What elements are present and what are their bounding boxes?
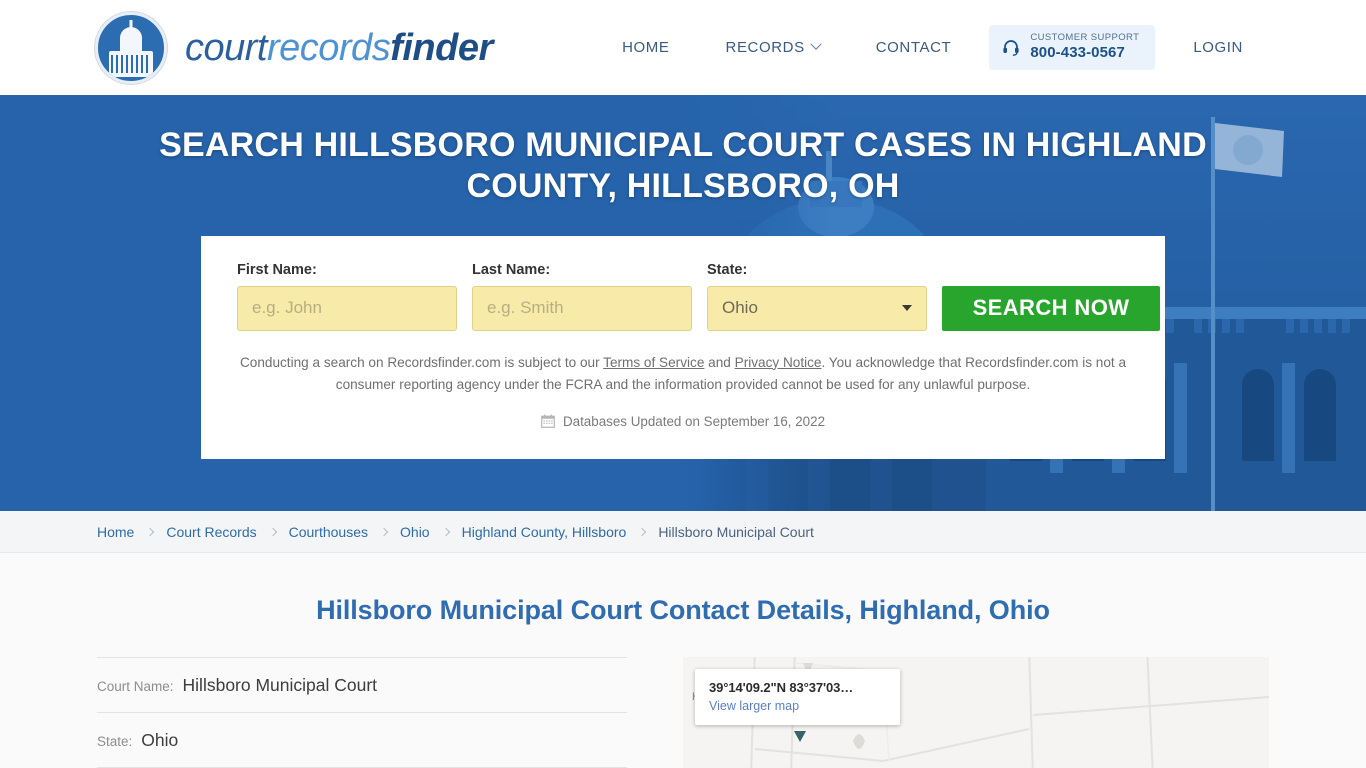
state-select[interactable]: Ohio [707,285,927,331]
breadcrumb-separator-icon [638,527,647,536]
breadcrumb-item-highland-county[interactable]: Highland County, Hillsboro [462,524,627,540]
disclaimer-text-2: and [704,354,735,370]
detail-label: Court Name: [97,679,174,694]
nav-item-login[interactable]: LOGIN [1165,39,1271,56]
support-phone: 800-433-0567 [1030,44,1125,62]
breadcrumb-item-current: Hillsboro Municipal Court [658,523,814,540]
brand-logo[interactable]: courtrecordsfinder [95,11,493,84]
chevron-down-icon [810,38,822,51]
breadcrumb-bar: Home Court Records Courthouses Ohio High… [0,511,1366,553]
breadcrumb-separator-icon [268,527,277,536]
nav-item-records[interactable]: RECORDS [698,39,848,56]
search-form-card: First Name: Last Name: State: Ohio SEARC… [201,235,1165,459]
page-title: Hillsboro Municipal Court Contact Detail… [316,595,1050,625]
first-name-field-group: First Name: [237,262,457,331]
customer-support-badge[interactable]: CUSTOMER SUPPORT 800-433-0567 [989,25,1156,70]
view-larger-map-link[interactable]: View larger map [709,699,886,713]
capitol-dome-icon [95,11,167,84]
breadcrumb-item-courthouses[interactable]: Courthouses [289,524,368,540]
support-label: CUSTOMER SUPPORT [1030,32,1140,44]
map-marker-icon [794,731,806,742]
privacy-notice-link[interactable]: Privacy Notice [735,355,822,370]
headset-icon [1003,40,1019,57]
first-name-label: First Name: [237,261,317,278]
detail-value: Ohio [141,730,179,750]
databases-updated-text: Databases Updated on September 16, 2022 [562,413,826,429]
state-field-group: State: Ohio [707,262,927,331]
detail-label: State: [97,734,133,749]
court-details-list: Court Name: Hillsboro Municipal Court St… [97,657,627,768]
brand-part-finder: finder [390,26,493,69]
breadcrumb-item-home[interactable]: Home [97,524,134,540]
detail-row-state: State: Ohio [97,713,627,768]
calendar-icon [541,414,555,429]
disclaimer-text-1: Conducting a search on Recordsfinder.com… [239,354,604,370]
page-hero-title: SEARCH HILLSBORO MUNICIPAL COURT CASES I… [159,126,1207,205]
hero-section: SEARCH HILLSBORO MUNICIPAL COURT CASES I… [0,95,1366,511]
last-name-field-group: Last Name: [472,262,692,331]
chevron-down-icon [902,305,912,312]
breadcrumb-separator-icon [146,527,155,536]
search-form-row: First Name: Last Name: State: Ohio SEARC… [237,262,1160,331]
location-map[interactable]: H 39°14'09.2"N 83°37'03… View larger map [683,657,1269,768]
breadcrumb-separator-icon [379,527,389,536]
map-info-card: 39°14'09.2"N 83°37'03… View larger map [695,669,900,725]
search-disclaimer: Conducting a search on Recordsfinder.com… [238,352,1128,396]
nav-item-contact[interactable]: CONTACT [848,39,980,56]
last-name-input[interactable] [472,285,692,331]
last-name-label: Last Name: [472,261,551,278]
state-label: State: [707,261,748,278]
site-header: courtrecordsfinder HOME RECORDS CONTACT … [0,0,1366,95]
brand-wordmark: courtrecordsfinder [185,29,493,67]
nav-item-contact-label: CONTACT [875,38,952,56]
databases-updated: Databases Updated on September 16, 2022 [237,414,1129,429]
search-now-button[interactable]: SEARCH NOW [942,285,1160,331]
map-coordinates: 39°14'09.2"N 83°37'03… [709,680,854,695]
terms-of-service-link[interactable]: Terms of Service [603,355,704,370]
breadcrumb-separator-icon [441,527,450,536]
state-select-value: Ohio [722,298,758,318]
brand-part-court: court [185,26,267,69]
main-navigation: HOME RECORDS CONTACT CUSTOMER SUPPORT 80… [594,25,1271,70]
breadcrumb-item-ohio[interactable]: Ohio [400,524,430,540]
detail-value: Hillsboro Municipal Court [182,675,378,695]
nav-item-records-label: RECORDS [725,38,805,56]
brand-part-records: records [266,26,391,69]
breadcrumb-item-court-records[interactable]: Court Records [166,524,256,540]
main-content: Hillsboro Municipal Court Contact Detail… [0,553,1366,768]
nav-item-home-label: HOME [622,38,670,56]
content-grid: Court Name: Hillsboro Municipal Court St… [97,657,1269,768]
detail-row-court-name: Court Name: Hillsboro Municipal Court [97,658,627,713]
nav-item-home[interactable]: HOME [594,39,697,56]
first-name-input[interactable] [237,285,457,331]
breadcrumb: Home Court Records Courthouses Ohio High… [97,524,814,540]
nav-item-login-label: LOGIN [1193,38,1243,56]
